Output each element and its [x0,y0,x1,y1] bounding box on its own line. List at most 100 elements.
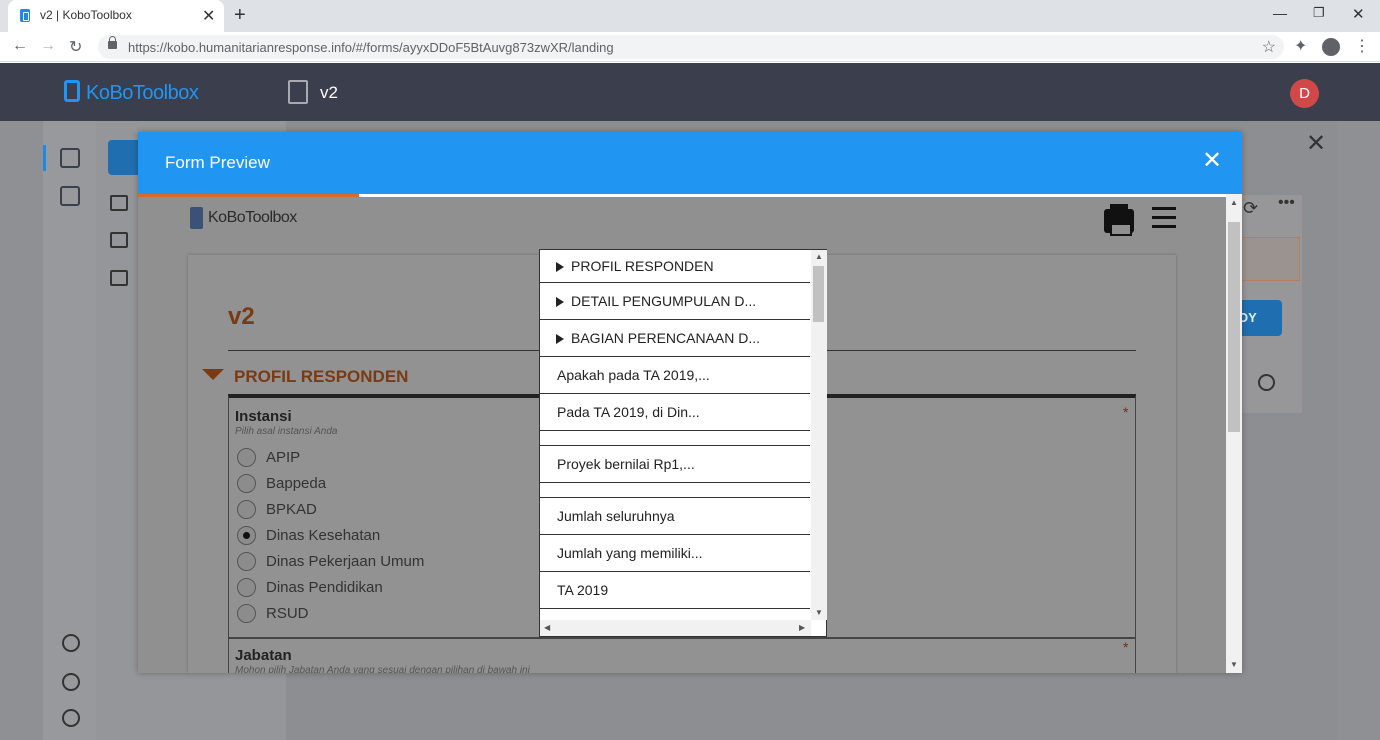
toc-question-item[interactable] [540,431,810,446]
toc-question-item[interactable]: TA 2019 [540,572,810,609]
toc-question-item[interactable]: Apakah pada TA 2019,... [540,357,810,394]
toc-question-item[interactable]: Jumlah seluruhnya [540,498,810,535]
toc-item-label: Proyek bernilai Rp1,... [557,456,695,472]
extensions-icon[interactable]: ✦ [1294,36,1307,56]
account-icon[interactable] [1322,38,1340,56]
group-collapse-icon[interactable] [202,369,224,380]
radio-option-label: Dinas Pekerjaan Umum [266,553,425,570]
required-asterisk: * [1123,639,1129,655]
browser-tab-bar: v2 | KoboToolbox ✕ + — ❐ ✕ [0,0,1380,32]
forms-icon[interactable] [60,148,80,168]
page-close-icon[interactable]: ✕ [1306,129,1326,158]
frame-scroll-up-icon[interactable]: ▲ [1230,198,1238,207]
browser-tab[interactable]: v2 | KoboToolbox ✕ [8,0,224,32]
tab-close-icon[interactable]: ✕ [202,6,215,26]
tab-title: v2 | KoboToolbox [40,8,132,22]
radio-button[interactable] [237,500,256,519]
forward-icon[interactable]: → [40,37,56,55]
deploy-rocket-icon[interactable] [110,195,128,211]
toc-item-label: DETAIL PENGUMPULAN D... [571,293,757,309]
toc-group-item[interactable]: PROFIL RESPONDEN [540,250,810,283]
expand-triangle-icon[interactable] [556,334,564,344]
more-vert-icon[interactable]: ⋮ [1354,36,1370,56]
toc-group-item[interactable]: BAGIAN PERENCANAAN D... [540,320,810,357]
back-icon[interactable]: ← [12,37,28,55]
star-icon[interactable]: ☆ [1262,37,1276,57]
app-logo[interactable]: KoBoToolbox [86,82,199,105]
reload-icon[interactable]: ↻ [69,37,82,57]
expand-triangle-icon[interactable] [556,297,564,307]
radio-button[interactable] [237,526,256,545]
globe-icon[interactable] [1258,374,1275,391]
toc-item-label: BAGIAN PERENCANAAN D... [571,330,761,346]
scroll-down-arrow-icon[interactable]: ▼ [815,608,823,617]
archive-icon[interactable] [110,270,128,286]
modal-close-icon[interactable]: ✕ [1202,146,1222,175]
app-header: KoBoToolbox v2 D [0,63,1380,121]
library-icon[interactable] [60,186,80,206]
frame-scroll-down-icon[interactable]: ▼ [1230,660,1238,669]
avatar[interactable]: D [1290,79,1319,108]
toc-list: PROFIL RESPONDEN DETAIL PENGUMPULAN D... B… [540,250,810,620]
kobo-logo-icon[interactable] [64,80,80,102]
lock-icon[interactable] [108,36,117,49]
radio-button[interactable] [237,552,256,571]
toc-item-label: Pada TA 2019, di Din... [557,404,700,420]
toc-group-item[interactable]: DETAIL PENGUMPULAN D... [540,283,810,320]
scroll-up-arrow-icon[interactable]: ▲ [815,252,823,261]
form-name: v2 [320,83,338,102]
modal-title: Form Preview [165,153,270,172]
toc-item-label: Apakah pada TA 2019,... [557,367,710,383]
scroll-right-arrow-icon[interactable]: ▶ [799,623,805,632]
frame-scroll-thumb[interactable] [1228,222,1240,432]
toc-item-label: PROFIL RESPONDEN [571,258,714,274]
support-icon[interactable] [62,673,80,691]
omnibox[interactable]: https://kobo.humanitarianresponse.info/#… [98,35,1284,59]
expand-triangle-icon[interactable] [556,262,564,272]
more-options-icon[interactable]: ••• [1278,194,1295,212]
question-hint: Mohon pilih Jabatan Anda yang sesuai den… [235,665,530,673]
toc-question-item[interactable]: Pada TA 2019, di Din... [540,394,810,431]
radio-option-label: Bappeda [266,475,327,492]
toc-dropdown[interactable]: PROFIL RESPONDEN DETAIL PENGUMPULAN D... B… [539,249,827,637]
toc-question-item[interactable]: Jumlah yang memiliki... [540,535,810,572]
scroll-left-arrow-icon[interactable]: ◀ [544,623,550,632]
toc-question-item[interactable] [540,483,810,498]
print-icon[interactable] [1104,204,1134,236]
required-asterisk: * [1123,404,1129,420]
hamburger-menu-icon[interactable] [1152,207,1176,229]
github-icon[interactable] [62,709,80,727]
radio-button[interactable] [237,604,256,623]
radio-button[interactable] [237,448,256,467]
preview-frame: KoBoToolbox v2 PROFIL RESPONDEN Instansi… [138,194,1242,673]
new-tab-plus-icon[interactable]: + [234,4,246,27]
form-edit-icon [288,80,308,104]
radio-button[interactable] [237,474,256,493]
kobo-favicon-icon [20,9,30,22]
minimize-icon[interactable]: — [1273,5,1287,21]
question-hint: Pilih asal instansi Anda [235,426,338,437]
radio-option-label: APIP [266,449,301,466]
group-name[interactable]: PROFIL RESPONDEN [234,367,408,387]
new-button[interactable] [108,140,142,175]
radio-option-label: Dinas Pendidikan [266,579,383,596]
address-bar-row: ← → ↻ https://kobo.humanitarianresponse.… [0,32,1380,62]
toc-scroll-thumb[interactable] [813,266,824,322]
preview-logo: KoBoToolbox [208,209,297,226]
rail-active-indicator [43,145,46,171]
radio-option-label: BPKAD [266,501,317,518]
draft-icon[interactable] [110,232,128,248]
radio-option-label: RSUD [266,605,309,622]
modal-header: Form Preview ✕ [138,132,1242,194]
restore-icon[interactable]: ❐ [1313,5,1325,21]
url-text[interactable]: https://kobo.humanitarianresponse.info/#… [128,40,614,55]
form-title: v2 [228,303,255,330]
refresh-icon[interactable]: ⟳ [1243,198,1258,219]
toc-question-item[interactable]: Proyek bernilai Rp1,... [540,446,810,483]
toc-horizontal-scrollbar[interactable]: ◀ ▶ [540,620,811,636]
radio-button[interactable] [237,578,256,597]
preview-page: KoBoToolbox v2 PROFIL RESPONDEN Instansi… [138,197,1226,673]
help-icon[interactable] [62,634,80,652]
window-close-icon[interactable]: ✕ [1352,5,1365,23]
toc-item-label: TA 2019 [557,582,609,598]
